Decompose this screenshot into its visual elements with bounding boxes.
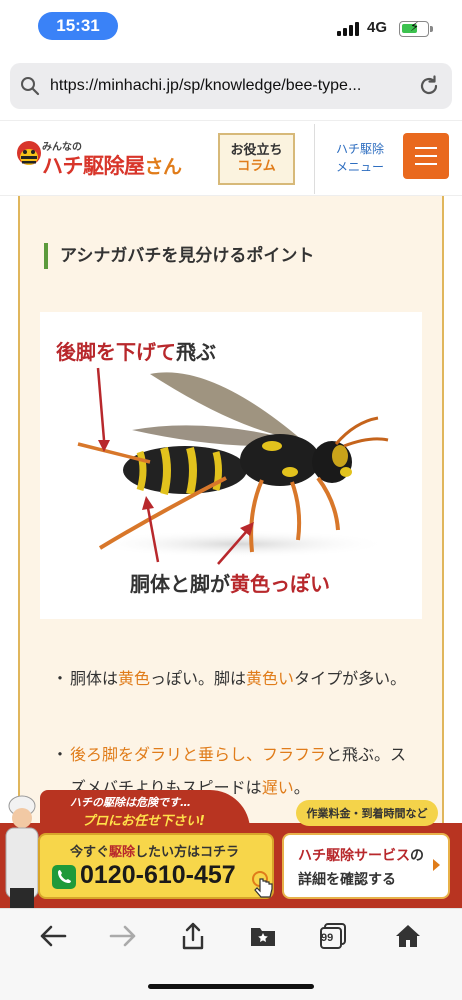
promo-banner: ハチの駆除は危険です… プロにお任せ下さい! 作業料金・到着時間など 今すぐ駆除…	[0, 790, 462, 908]
service-label-highlight: ハチ駆除サービス	[298, 848, 410, 864]
caption-bottom-black: 胴体と脚が	[130, 572, 230, 596]
promo-leave-to-pro: プロにお任せ下さい!	[82, 814, 205, 829]
header-divider	[314, 124, 315, 194]
reload-icon[interactable]	[418, 75, 440, 101]
menu-label-1: ハチ駆除	[335, 142, 384, 156]
bee-mascot-icon	[17, 141, 41, 165]
url-text[interactable]: https://minhachi.jp/sp/knowledge/bee-typ…	[50, 77, 410, 95]
signal-icon	[337, 22, 361, 36]
figure-caption-top: 後脚を下げて飛ぶ	[56, 336, 216, 365]
share-icon[interactable]	[173, 921, 213, 951]
menu-label-2: メニュー	[335, 160, 384, 174]
hamburger-icon[interactable]	[403, 133, 449, 179]
caption-bottom-red: 黄色っぽい	[230, 572, 330, 596]
bullet-text: 胴体は黄色っぽい。脚は黄色いタイプが多い。	[70, 662, 422, 695]
home-icon[interactable]	[388, 921, 428, 951]
address-bar[interactable]: https://minhachi.jp/sp/knowledge/bee-typ…	[10, 63, 452, 109]
tabs-count: 99	[321, 932, 334, 944]
phone-icon	[52, 865, 76, 889]
service-label-2: 詳細を確認する	[298, 872, 396, 888]
section-heading: アシナガバチを見分けるポイント	[44, 243, 314, 269]
service-label-post: の	[410, 848, 424, 864]
phone-number[interactable]: 0120-610-457	[80, 861, 236, 890]
fee-info-pill: 作業料金・到着時間など	[296, 800, 438, 826]
bullet-dot: ・	[52, 669, 69, 688]
bullet-part: っぽい。脚は	[150, 669, 247, 688]
column-label-2: コラム	[237, 159, 276, 174]
bullet-highlight: 後ろ脚をダラリと垂らし、フラフラ	[70, 745, 327, 764]
tabs-icon[interactable]: 99	[313, 921, 353, 951]
chevron-right-icon	[433, 859, 440, 871]
bullet-part: 胴体は	[70, 669, 119, 688]
back-icon[interactable]	[33, 921, 73, 951]
bullet-highlight: 黄色	[118, 669, 151, 688]
call-label-pre: 今すぐ	[70, 845, 110, 860]
battery-icon: ⚡	[399, 20, 433, 37]
wasp-figure: 後脚を下げて飛ぶ 胴体と脚が黄色っぽい	[40, 312, 422, 619]
worker-illustration	[5, 795, 39, 908]
bullet-dot: ・	[52, 745, 69, 764]
caption-top-black: 飛ぶ	[176, 340, 216, 364]
search-icon	[10, 76, 50, 96]
call-label-highlight: 駆除	[109, 845, 136, 860]
logo-main-text: ハチ駆除屋さん	[42, 150, 182, 180]
promo-tab: ハチの駆除は危険です… プロにお任せ下さい!	[40, 790, 250, 830]
network-type: 4G	[367, 19, 388, 36]
column-label-1: お役立ち	[230, 142, 283, 158]
logo-main-label: ハチ駆除屋	[42, 154, 145, 178]
call-now-button[interactable]: 今すぐ駆除したい方はコチラ 0120-610-457	[38, 833, 274, 899]
promo-warning: ハチの駆除は危険です…	[70, 796, 191, 809]
caption-top-red: 後脚を下げて	[56, 340, 176, 364]
status-time[interactable]: 15:31	[38, 12, 118, 40]
home-indicator[interactable]	[148, 984, 314, 989]
call-label: 今すぐ駆除したい方はコチラ	[70, 841, 239, 860]
bullet-part: タイプが多い。	[294, 669, 407, 688]
tap-hand-icon	[252, 871, 273, 898]
service-details-button[interactable]: ハチ駆除サービスの 詳細を確認する	[282, 833, 450, 899]
service-label: ハチ駆除サービスの	[298, 845, 424, 865]
status-bar: 15:31 4G ⚡	[0, 0, 462, 50]
bullet-highlight: 黄色い	[246, 669, 295, 688]
bookmarks-icon[interactable]	[243, 921, 283, 951]
logo-suffix: さん	[144, 156, 183, 178]
call-label-post: したい方はコチラ	[135, 845, 240, 860]
bee-menu-link[interactable]: ハチ駆除 メニュー	[330, 140, 390, 176]
useful-column-button[interactable]: お役立ち コラム	[218, 133, 295, 185]
figure-caption-bottom: 胴体と脚が黄色っぽい	[130, 568, 330, 597]
forward-icon[interactable]	[103, 921, 143, 951]
